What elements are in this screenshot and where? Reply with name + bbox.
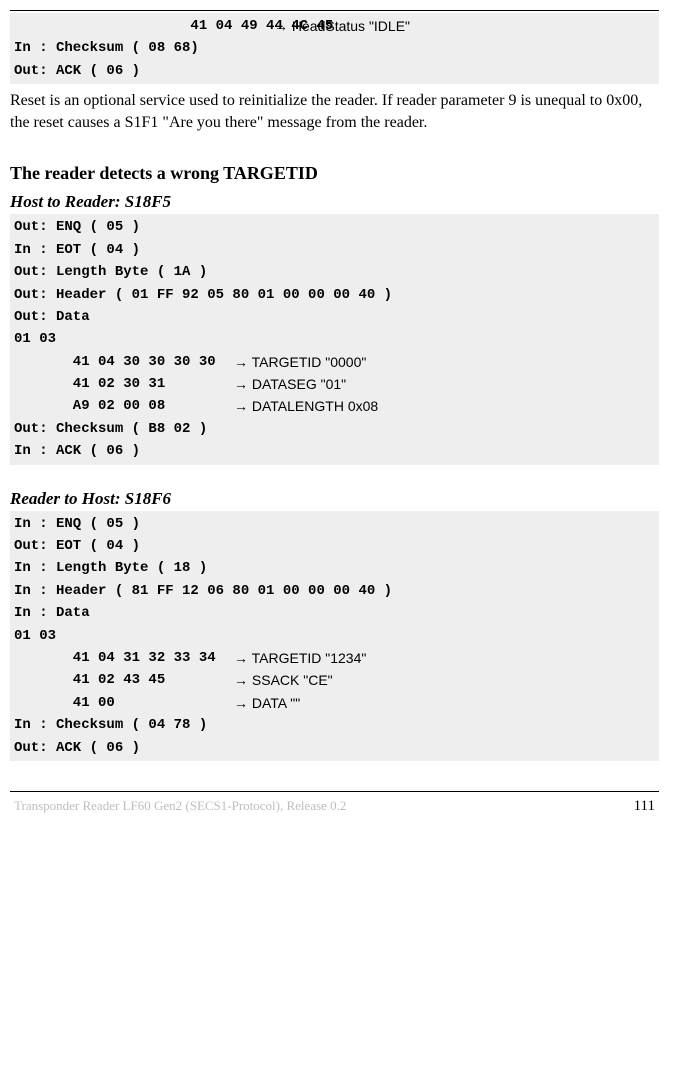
- code-line: In : ACK ( 06 ): [14, 440, 655, 462]
- code-line: A9 02 00 08: [14, 395, 234, 417]
- code-annotation: → TARGETID "1234": [234, 647, 366, 669]
- code-annotation: → DATA "": [234, 692, 300, 714]
- code-line: In : Data: [14, 602, 655, 624]
- code-line: 41 02 30 31: [14, 373, 234, 395]
- code-line: Out: Data: [14, 306, 655, 328]
- subsection-heading: Host to Reader: S18F5: [10, 192, 659, 212]
- page-number: 111: [634, 798, 655, 815]
- code-annotation: → HeadStatus "IDLE": [274, 15, 410, 37]
- code-annotation: → TARGETID "0000": [234, 351, 366, 373]
- subsection-heading: Reader to Host: S18F6: [10, 489, 659, 509]
- code-line: In : Length Byte ( 18 ): [14, 557, 655, 579]
- code-annotation: → DATALENGTH 0x08: [234, 395, 378, 417]
- code-line: Out: ACK ( 06 ): [14, 60, 655, 82]
- section-heading: The reader detects a wrong TARGETID: [10, 163, 659, 184]
- code-line: Out: Length Byte ( 1A ): [14, 261, 655, 283]
- code-line: 01 03: [14, 328, 655, 350]
- code-annotation: → DATASEG "01": [234, 373, 346, 395]
- code-block-2: Out: ENQ ( 05 ) In : EOT ( 04 ) Out: Len…: [10, 214, 659, 464]
- code-line: 41 04 31 32 33 34: [14, 647, 234, 669]
- code-line: 01 03: [14, 625, 655, 647]
- code-line: 41 04 49 44 4C 45: [14, 15, 274, 37]
- page-footer: Transponder Reader LF60 Gen2 (SECS1-Prot…: [10, 798, 659, 819]
- code-line: In : ENQ ( 05 ): [14, 513, 655, 535]
- footer-text: Transponder Reader LF60 Gen2 (SECS1-Prot…: [14, 798, 346, 814]
- code-annotation: → SSACK "CE": [234, 669, 333, 691]
- code-line: In : Header ( 81 FF 12 06 80 01 00 00 00…: [14, 580, 655, 602]
- code-block-3: In : ENQ ( 05 ) Out: EOT ( 04 ) In : Len…: [10, 511, 659, 761]
- code-line: Out: ENQ ( 05 ): [14, 216, 655, 238]
- code-block-1: 41 04 49 44 4C 45 → HeadStatus "IDLE" In…: [10, 13, 659, 84]
- code-line: Out: EOT ( 04 ): [14, 535, 655, 557]
- code-line: Out: Checksum ( B8 02 ): [14, 418, 655, 440]
- code-line: In : Checksum ( 04 78 ): [14, 714, 655, 736]
- code-line: Out: ACK ( 06 ): [14, 737, 655, 759]
- code-line: 41 02 43 45: [14, 669, 234, 691]
- code-line: Out: Header ( 01 FF 92 05 80 01 00 00 00…: [14, 284, 655, 306]
- paragraph: Reset is an optional service used to rei…: [10, 90, 659, 133]
- code-line: 41 04 30 30 30 30: [14, 351, 234, 373]
- code-line: In : Checksum ( 08 68): [14, 37, 655, 59]
- code-line: In : EOT ( 04 ): [14, 239, 655, 261]
- code-line: 41 00: [14, 692, 234, 714]
